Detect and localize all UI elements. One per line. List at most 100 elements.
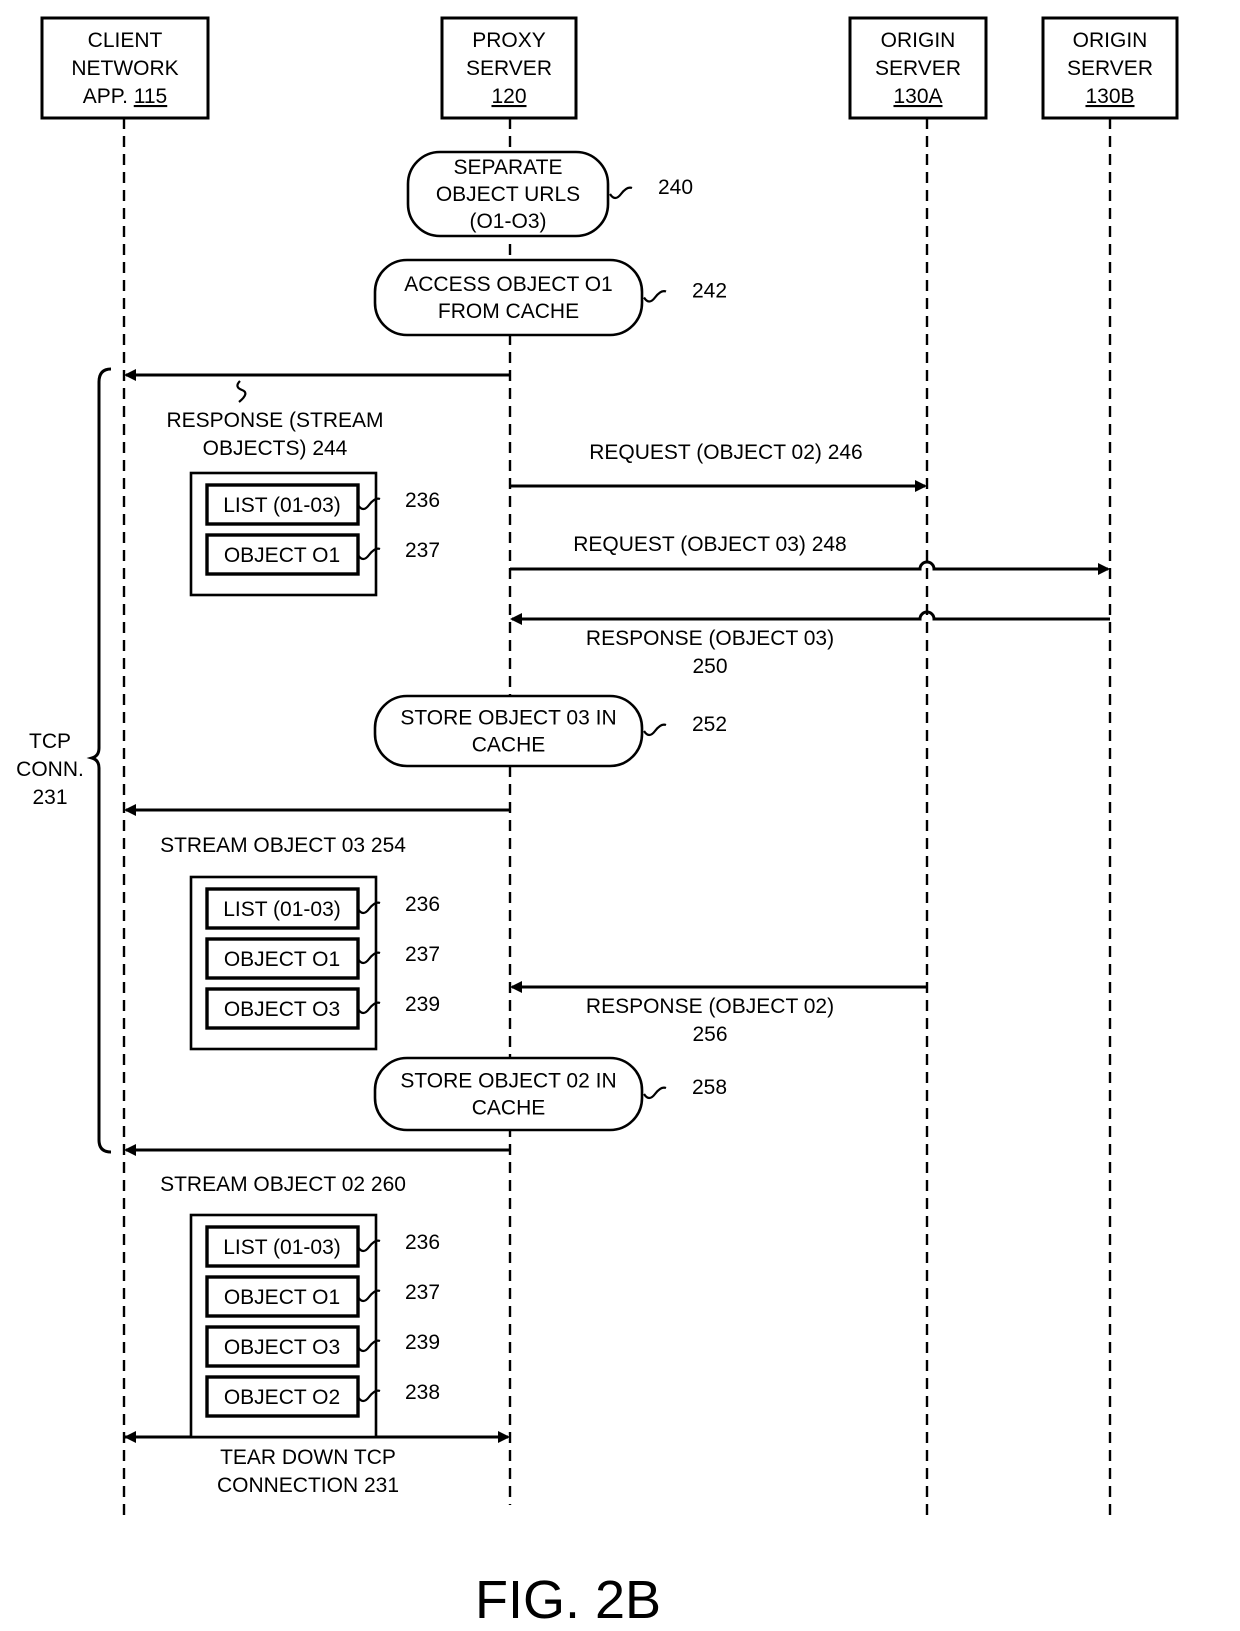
participant-ref: 130A (893, 85, 942, 108)
participant-title-line: ORIGIN (881, 29, 956, 52)
process-step-shape (373, 258, 644, 337)
tcp-connection-bracket: TCP CONN. 231 (16, 367, 112, 1154)
payload-item: OBJECT O3 239 (205, 1325, 440, 1368)
payload-item-label: OBJECT O1 (224, 948, 340, 971)
payload-item: OBJECT O2 238 (205, 1375, 440, 1418)
message-request_o2: REQUEST (OBJECT 02) 246 (510, 441, 927, 492)
message-label: STREAM OBJECT 03 254 (160, 834, 406, 857)
participant-proxy: PROXY SERVER 120 (440, 16, 578, 120)
leader-squiggle-icon (236, 380, 247, 403)
participants: CLIENT NETWORK APP. 115 PROXY SERVER 120 ORIGI… (40, 16, 1179, 120)
participant-origin_a: ORIGIN SERVER 130A (848, 16, 988, 120)
message-label: OBJECTS) 244 (203, 437, 348, 460)
participant-ref: 120 (491, 85, 526, 108)
arrowhead-icon (124, 1431, 136, 1443)
payload-item: OBJECT O1 237 (205, 1275, 440, 1318)
message-stream_o2: STREAM OBJECT 02 260 (124, 1144, 510, 1196)
message-label: RESPONSE (OBJECT 02) (586, 995, 834, 1018)
message-label: 256 (692, 1023, 727, 1046)
process-step-text: ACCESS OBJECT O1 (404, 273, 613, 296)
participant-title-line: CLIENT (88, 29, 163, 52)
process-step-ref: 240 (658, 176, 693, 199)
leader-squiggle-icon (643, 290, 667, 303)
message-response_o3: RESPONSE (OBJECT 03) 250 (510, 610, 1110, 678)
payload-group-payload_244: LIST (01-03) 236 OBJECT O1 237 (189, 471, 440, 597)
message-label: REQUEST (OBJECT 03) 248 (573, 533, 846, 556)
leader-squiggle-icon (609, 186, 633, 200)
message-label: REQUEST (OBJECT 02) 246 (589, 441, 862, 464)
payload-item: LIST (01-03) 236 (205, 887, 440, 930)
payload-group-payload_254: LIST (01-03) 236 OBJECT O1 237 OBJECT O3 239 (189, 875, 440, 1051)
arrowhead-icon (510, 613, 522, 625)
participant-ref-line: 130B (1085, 85, 1134, 108)
participant-ref: 115 (134, 85, 167, 108)
message-label: TEAR DOWN TCP (220, 1446, 396, 1469)
payload-item-label: LIST (01-03) (223, 494, 341, 517)
participant-title-line: SERVER (875, 57, 961, 80)
arrowhead-icon (124, 369, 136, 381)
process-step-text: FROM CACHE (438, 300, 579, 323)
payload-item-label: OBJECT O3 (224, 1336, 340, 1359)
payload-item-ref: 236 (405, 893, 440, 916)
message-label: STREAM OBJECT 02 260 (160, 1173, 406, 1196)
arrowhead-icon (498, 1431, 510, 1443)
process-step-text: STORE OBJECT 03 IN (400, 707, 616, 730)
message-teardown: TEAR DOWN TCP CONNECTION 231 (124, 1431, 510, 1497)
participant-ref: 130B (1085, 85, 1134, 108)
payload-item-ref: 237 (405, 943, 440, 966)
leader-squiggle-icon (643, 723, 667, 737)
participant-client: CLIENT NETWORK APP. 115 (40, 16, 210, 120)
participant-title-line: NETWORK (71, 57, 178, 80)
participant-title-line: SERVER (466, 57, 552, 80)
process-step-text: (O1-O3) (469, 210, 546, 233)
process-step-access_o1: ACCESS OBJECT O1 FROM CACHE 242 (373, 258, 727, 337)
process-step-separate_urls: SEPARATE OBJECT URLS (O1-O3) 240 (406, 150, 693, 238)
payload-item-ref: 239 (405, 1331, 440, 1354)
message-arrow-line (510, 560, 1108, 571)
participant-origin_b: ORIGIN SERVER 130B (1041, 16, 1179, 120)
payload-item: OBJECT O1 237 (205, 533, 440, 576)
payload-item-ref: 236 (405, 1231, 440, 1254)
participant-ref-line: 120 (491, 85, 526, 108)
process-step-text: CACHE (472, 734, 546, 757)
participant-prefix: APP. (83, 85, 134, 108)
participant-title-line: SERVER (1067, 57, 1153, 80)
payload-item-label: OBJECT O3 (224, 998, 340, 1021)
message-label: RESPONSE (STREAM (166, 409, 383, 432)
payload-item-ref: 239 (405, 993, 440, 1016)
participant-title-line: PROXY (472, 29, 546, 52)
payload-item-label: OBJECT O1 (224, 1286, 340, 1309)
payload-item-ref: 237 (405, 1281, 440, 1304)
payload-item-label: OBJECT O1 (224, 544, 340, 567)
process-step-store_o2: STORE OBJECT 02 IN CACHE 258 (373, 1056, 727, 1132)
message-response_o2: RESPONSE (OBJECT 02) 256 (510, 981, 927, 1046)
message-request_o3: REQUEST (OBJECT 03) 248 (510, 533, 1110, 575)
participant-title-line: ORIGIN (1073, 29, 1148, 52)
arrowhead-icon (510, 981, 522, 993)
process-step-text: STORE OBJECT 02 IN (400, 1070, 616, 1093)
process-step-text: OBJECT URLS (436, 183, 580, 206)
message-label: 250 (692, 655, 727, 678)
payload-item: LIST (01-03) 236 (205, 483, 440, 526)
arrowhead-icon (915, 480, 927, 492)
tcp-connection-label: 231 (32, 786, 67, 809)
sequence-diagram: CLIENT NETWORK APP. 115 PROXY SERVER 120 ORIGI… (16, 16, 1179, 1630)
payload-item-label: OBJECT O2 (224, 1386, 340, 1409)
payload-item: LIST (01-03) 236 (205, 1225, 440, 1268)
payload-item-ref: 236 (405, 489, 440, 512)
payload-item-ref: 238 (405, 1381, 440, 1404)
payload-item-ref: 237 (405, 539, 440, 562)
arrowhead-icon (124, 1144, 136, 1156)
message-label: RESPONSE (OBJECT 03) (586, 627, 834, 650)
process-step-ref: 252 (692, 713, 727, 736)
tcp-connection-label: TCP (29, 730, 71, 753)
leader-squiggle-icon (643, 1086, 667, 1100)
curly-brace-icon (86, 367, 112, 1154)
message-label: CONNECTION 231 (217, 1474, 399, 1497)
payload-groups: LIST (01-03) 236 OBJECT O1 237 LIST (01-03) 2… (189, 471, 440, 1439)
process-step-ref: 242 (692, 280, 727, 303)
payload-item-label: LIST (01-03) (223, 898, 341, 921)
payload-group-payload_260: LIST (01-03) 236OBJECT O1 237OBJECT O3 239O… (189, 1213, 440, 1439)
process-step-ref: 258 (692, 1076, 727, 1099)
process-step-store_o3: STORE OBJECT 03 IN CACHE 252 (373, 694, 727, 768)
